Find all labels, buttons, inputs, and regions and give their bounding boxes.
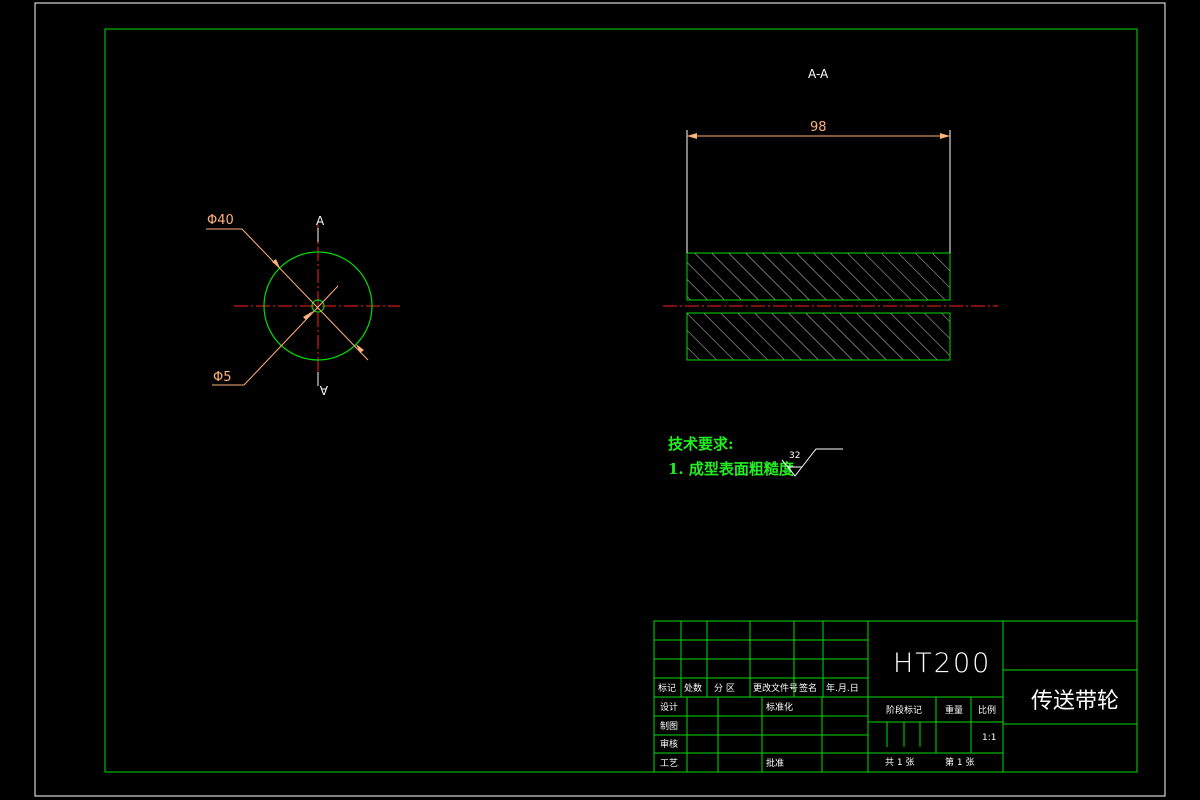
cad-drawing-canvas: A A Φ40 Φ5 A-A 98 技术要求: 1. 成型表面粗糙度 32 HT…	[34, 2, 1166, 797]
section-title: A-A	[808, 67, 829, 81]
front-view: A A Φ40 Φ5	[206, 213, 400, 397]
arrow-98-left	[687, 133, 697, 139]
hatch-lower	[686, 312, 951, 361]
notes-heading: 技术要求:	[668, 435, 734, 453]
tb-col-count: 处数	[684, 682, 702, 694]
tb-approve: 批准	[766, 757, 784, 769]
dim-line-phi5	[243, 285, 339, 386]
tb-weight: 重量	[945, 704, 963, 716]
tb-design: 设计	[660, 701, 678, 713]
tb-stage-mark: 阶段标记	[886, 704, 922, 716]
tb-drafting: 制图	[660, 720, 678, 732]
notes-item-1: 1. 成型表面粗糙度	[668, 460, 795, 478]
tb-scale: 比例	[978, 704, 996, 716]
section-marker-top: A	[316, 214, 325, 228]
roughness-value: 32	[789, 451, 800, 461]
tb-review: 审核	[660, 738, 678, 750]
technical-notes: 技术要求: 1. 成型表面粗糙度 32	[668, 435, 843, 478]
tb-col-date: 年.月.日	[826, 682, 859, 694]
material-label: HT200	[893, 648, 991, 679]
part-name: 传送带轮	[1031, 689, 1119, 714]
section-view: A-A 98	[663, 67, 998, 361]
arrow-phi40-a	[272, 259, 280, 268]
arrow-98-right	[940, 133, 950, 139]
arrow-phi5	[303, 311, 313, 320]
dim-line-phi40	[241, 228, 369, 361]
dim-98-label: 98	[810, 120, 827, 135]
tb-total-sheets: 共 1 张	[885, 757, 914, 768]
section-marker-bottom: A	[319, 383, 328, 397]
tb-col-mark: 标记	[658, 682, 676, 694]
tb-scale-value: 1:1	[982, 733, 996, 743]
tb-standardize: 标准化	[766, 701, 793, 713]
dim-phi5-label: Φ5	[213, 370, 232, 385]
tb-sheet-number: 第 1 张	[945, 756, 974, 768]
tb-col-doc: 更改文件号	[753, 682, 798, 694]
sheet-border	[34, 2, 1166, 797]
hatch-upper	[686, 252, 951, 301]
tb-col-sign: 签名	[799, 682, 817, 694]
dim-phi40-label: Φ40	[207, 213, 234, 228]
title-block-text: HT200 传送带轮 标记 处数 分 区 更改文件号 签名 年.月.日 设计 标…	[658, 648, 1119, 769]
tb-process: 工艺	[660, 758, 678, 769]
tb-col-zone: 分 区	[714, 683, 735, 694]
